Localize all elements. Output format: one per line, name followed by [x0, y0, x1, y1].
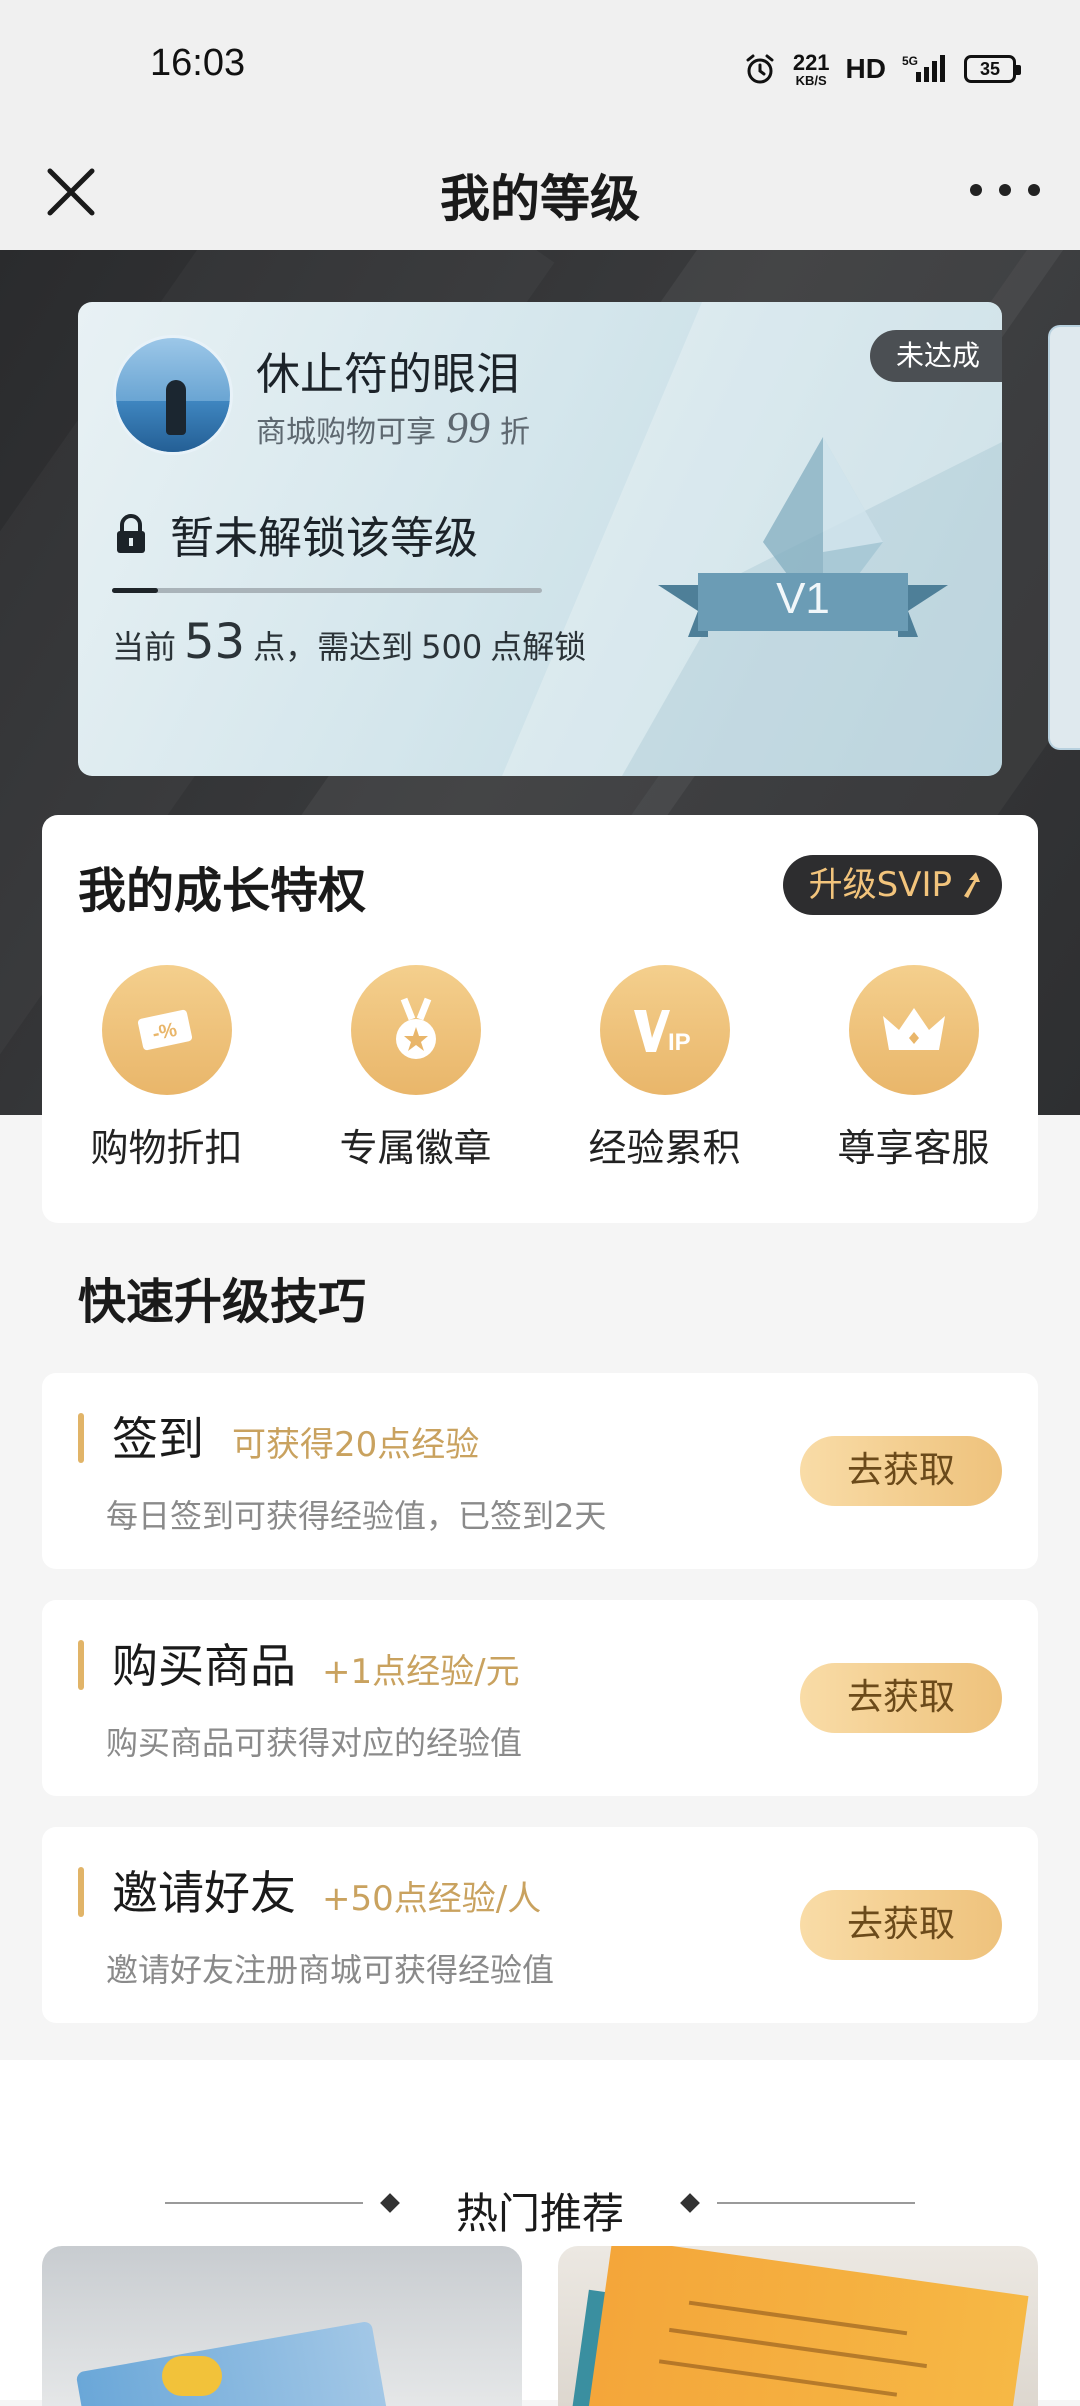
medal-icon [350, 965, 481, 1095]
privilege-exp-accumulation[interactable]: IP 经验累积 [540, 965, 789, 1172]
lock-status: 暂未解锁该等级 [114, 502, 478, 566]
discount-prefix: 商城购物可享 [256, 415, 436, 450]
privilege-label: 专属徽章 [339, 1126, 492, 1170]
next-level-card-peek[interactable] [1048, 325, 1080, 750]
upgrade-svip-button[interactable]: 升级SVIP [782, 855, 1002, 915]
more-icon[interactable] [970, 165, 1040, 215]
get-button[interactable]: 去获取 [800, 1436, 1002, 1506]
crown-icon [848, 965, 979, 1095]
tip-card-checkin: 签到 可获得20点经验 每日签到可获得经验值，已签到2天 去获取 [42, 1373, 1038, 1569]
product-card[interactable] [558, 2246, 1038, 2406]
battery-icon: 35 [964, 55, 1021, 83]
arrow-up-icon [964, 872, 980, 898]
privilege-shopping-discount[interactable]: -% 购物折扣 [42, 965, 291, 1172]
tip-description: 购买商品可获得对应的经验值 [106, 1724, 523, 1762]
status-icons: 221 KB/S HD 5G 35 [743, 44, 1021, 94]
discount-info: 商城购物可享 99 折 [256, 402, 530, 453]
status-time: 16:03 [150, 42, 246, 84]
lock-text: 暂未解锁该等级 [170, 513, 478, 564]
network-speed-unit: KB/S [795, 72, 827, 88]
battery-level: 35 [979, 58, 1001, 79]
tip-description: 邀请好友注册商城可获得经验值 [106, 1951, 555, 1989]
points-current: 53 [184, 614, 246, 670]
tips-title: 快速升级技巧 [78, 1274, 367, 1330]
tip-description: 每日签到可获得经验值，已签到2天 [106, 1497, 607, 1535]
tip-reward: +1点经验/元 [322, 1652, 520, 1692]
username: 休止符的眼泪 [256, 349, 520, 400]
hot-title: 热门推荐 [455, 2189, 624, 2238]
privileges-card: 我的成长特权 升级SVIP -% 购物折扣 专属徽章 IP 经验累积 尊享客服 [42, 815, 1038, 1223]
get-button[interactable]: 去获取 [800, 1663, 1002, 1733]
privilege-label: 经验累积 [588, 1126, 741, 1170]
points-suffix: 点解锁 [490, 628, 587, 666]
tip-name: 签到 [112, 1412, 204, 1466]
tip-card-purchase: 购买商品 +1点经验/元 购买商品可获得对应的经验值 去获取 [42, 1600, 1038, 1796]
upgrade-svip-label: 升级SVIP [808, 865, 952, 905]
network-speed-value: 221 [792, 49, 830, 75]
points-prefix: 当前 [112, 628, 177, 666]
nav-bar: 我的等级 [0, 135, 1080, 250]
network-type: 5G [902, 54, 918, 68]
avatar[interactable] [113, 335, 233, 455]
level-card[interactable]: 休止符的眼泪 商城购物可享 99 折 未达成 暂未解锁该等级 当前 53 点，需… [78, 302, 1002, 776]
level-label: V1 [776, 574, 830, 623]
discount-coupon-icon: -% [101, 965, 232, 1095]
network-speed: 221 KB/S [792, 49, 830, 88]
page-title: 我的等级 [440, 170, 640, 228]
svg-text:IP: IP [668, 1029, 691, 1056]
level-progress-fill [112, 588, 158, 593]
discount-suffix: 折 [500, 415, 530, 450]
privilege-vip-service[interactable]: 尊享客服 [789, 965, 1038, 1172]
status-badge: 未达成 [869, 330, 1002, 382]
points-middle: 点，需达到 [253, 628, 414, 666]
tip-reward: 可获得20点经验 [232, 1425, 480, 1465]
hot-recommendations: 热门推荐 [0, 2060, 1080, 2406]
privileges-list: -% 购物折扣 专属徽章 IP 经验累积 尊享客服 [42, 965, 1038, 1172]
hot-header: 热门推荐 [0, 2172, 1080, 2238]
lock-icon [117, 514, 145, 553]
points-target: 500 [421, 628, 483, 666]
product-card[interactable] [42, 2246, 522, 2406]
discount-value: 99 [446, 403, 490, 452]
tip-card-invite: 邀请好友 +50点经验/人 邀请好友注册商城可获得经验值 去获取 [42, 1827, 1038, 2023]
tip-name: 邀请好友 [112, 1866, 296, 1920]
status-bar: 16:03 221 KB/S HD 5G 35 [0, 0, 1080, 135]
privilege-exclusive-badge[interactable]: 专属徽章 [291, 965, 540, 1172]
get-button[interactable]: 去获取 [800, 1890, 1002, 1960]
tip-reward: +50点经验/人 [322, 1879, 542, 1919]
signal-5g-icon: 5G [902, 54, 945, 82]
privileges-title: 我的成长特权 [78, 863, 367, 919]
level-progress-bar [112, 588, 542, 593]
alarm-icon [746, 54, 774, 84]
vip-icon: IP [599, 965, 730, 1095]
hd-indicator: HD [845, 53, 886, 84]
points-info: 当前 53 点，需达到 500 点解锁 [112, 614, 586, 670]
privilege-label: 购物折扣 [90, 1126, 243, 1170]
privilege-label: 尊享客服 [837, 1126, 990, 1170]
tip-name: 购买商品 [112, 1639, 296, 1693]
